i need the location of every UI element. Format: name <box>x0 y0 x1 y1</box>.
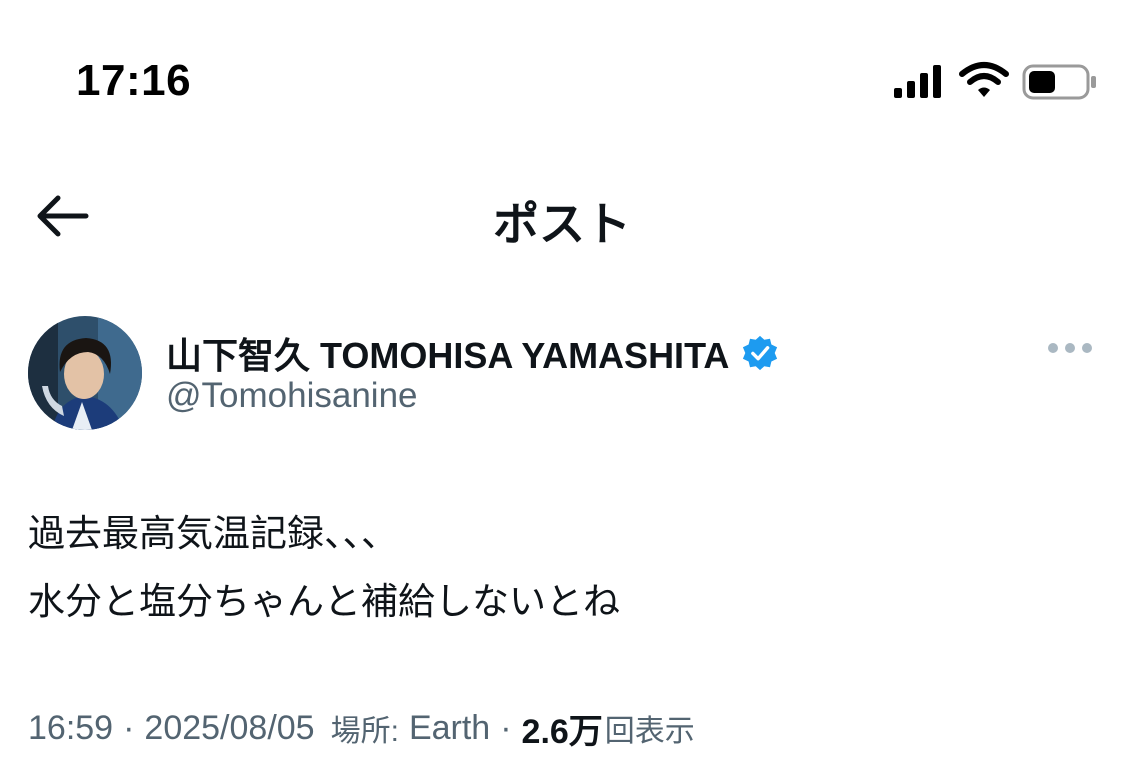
post-text-line: 過去最高気温記録、、、 <box>28 513 398 554</box>
post-text: 過去最高気温記録、、、 水分と塩分ちゃんと補給しないとね <box>28 500 1098 636</box>
post-date[interactable]: 2025/08/05 <box>144 709 314 748</box>
display-name-row[interactable]: 山下智久 TOMOHISA YAMASHITA <box>166 328 779 378</box>
status-bar: 17:16 <box>0 0 1124 150</box>
views-label: 回表示 <box>604 715 695 748</box>
page-title: ポスト <box>493 198 631 250</box>
post-location[interactable]: Earth <box>409 709 490 748</box>
status-icons <box>890 60 1100 104</box>
display-name: 山下智久 TOMOHISA YAMASHITA <box>166 335 730 376</box>
location-label: 場所: <box>330 715 399 748</box>
user-handle[interactable]: @Tomohisanine <box>166 376 418 416</box>
nav-bar: ポスト <box>0 170 1124 260</box>
meta-separator: · <box>500 708 512 747</box>
post-text-line: 水分と塩分ちゃんと補給しないとね <box>28 581 620 622</box>
cellular-signal-icon <box>894 65 941 98</box>
views-count[interactable]: 2.6万 <box>522 704 603 753</box>
post-meta: 16:59 · 2025/08/05 場所: Earth · 2.6万 回表示 <box>28 704 695 752</box>
post-time[interactable]: 16:59 <box>28 709 113 748</box>
verified-badge-icon <box>743 335 778 371</box>
more-options-icon[interactable] <box>1044 334 1096 362</box>
post-header: 山下智久 TOMOHISA YAMASHITA @Tomohisanine <box>0 310 1124 440</box>
meta-separator: · <box>123 708 135 747</box>
wifi-icon <box>959 62 1009 97</box>
avatar[interactable] <box>28 316 142 430</box>
status-time: 17:16 <box>76 56 192 105</box>
battery-icon <box>1022 64 1096 100</box>
